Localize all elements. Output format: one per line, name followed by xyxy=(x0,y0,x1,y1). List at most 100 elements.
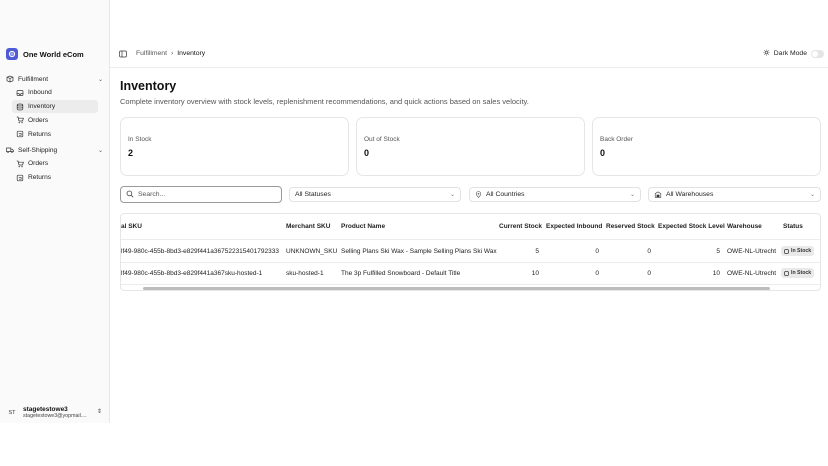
dark-mode-label: Dark Mode xyxy=(773,50,807,57)
cell-internal-sku: lf49-980c-455b-8bd3-e829f441a367sku-host… xyxy=(121,270,263,277)
page-title: Inventory xyxy=(120,79,177,93)
column-header-warehouse[interactable]: Warehouse xyxy=(727,223,762,230)
chevron-down-icon: ⌄ xyxy=(449,192,455,198)
sidebar-item-self-shipping-orders[interactable]: Orders xyxy=(12,157,98,170)
cell-expected-inbound: 0 xyxy=(595,270,599,277)
chevrons-up-down-icon: ⇕ xyxy=(96,409,102,415)
chevron-down-icon: ⌄ xyxy=(629,192,635,198)
cell-merchant-sku: sku-hosted-1 xyxy=(286,270,324,277)
inventory-table: al SKU Merchant SKU Product Name Current… xyxy=(120,213,821,291)
column-header-current-stock[interactable]: Current Stock xyxy=(499,223,542,230)
user-email: stagetestowe3@yopmail.... xyxy=(23,413,87,419)
return-box-icon xyxy=(16,130,24,138)
inbox-icon xyxy=(16,89,24,97)
stat-card-out-of-stock: Out of Stock 0 xyxy=(356,117,585,176)
stat-value: 0 xyxy=(600,148,606,158)
column-header-expected-inbound[interactable]: Expected Inbound xyxy=(546,223,602,230)
warehouse-filter-select[interactable]: All Warehouses ⌄ xyxy=(648,187,821,202)
stat-value: 0 xyxy=(364,148,370,158)
column-header-reserved-stock[interactable]: Reserved Stock xyxy=(606,223,655,230)
page-subtitle: Complete inventory overview with stock l… xyxy=(120,97,529,106)
package-icon xyxy=(6,75,14,83)
cell-current-stock: 10 xyxy=(531,270,539,277)
table-row[interactable]: lf49-980c-455b-8bd3-e829f441a36752231540… xyxy=(121,240,820,263)
status-badge: In Stock xyxy=(781,246,815,256)
dark-mode-control: Dark Mode xyxy=(763,49,824,58)
breadcrumb-fulfillment[interactable]: Fulfillment xyxy=(136,50,167,57)
cell-merchant-sku: UNKNOWN_SKU xyxy=(286,248,338,255)
search-field[interactable] xyxy=(120,186,282,203)
sidebar-item-inbound[interactable]: Inbound xyxy=(12,86,98,99)
cell-product-name: The 3p Fulfilled Snowboard - Default Tit… xyxy=(341,270,461,277)
status-box-icon xyxy=(784,248,789,254)
user-name: stagetestowe3 xyxy=(23,406,68,413)
column-header-status[interactable]: Status xyxy=(783,223,803,230)
cell-warehouse: OWE-NL-Utrecht xyxy=(727,248,777,255)
column-header-expected-stock-level[interactable]: Expected Stock Level xyxy=(658,223,725,230)
map-pin-icon xyxy=(475,191,482,198)
breadcrumb: Fulfillment › Inventory xyxy=(136,50,205,57)
sidebar-item-label: Orders xyxy=(28,116,49,124)
sidebar-toggle-icon[interactable] xyxy=(119,50,127,58)
stat-label: In Stock xyxy=(128,136,152,143)
status-filter-select[interactable]: All Statuses ⌄ xyxy=(289,187,461,202)
truck-icon xyxy=(6,146,14,154)
top-bar: Fulfillment › Inventory Dark Mode xyxy=(110,40,828,68)
cell-expected-stock-level: 10 xyxy=(712,270,720,277)
sidebar: One World eCom Fulfillment ⌄ Inbound Inv… xyxy=(0,0,110,423)
warehouse-icon xyxy=(654,191,662,198)
stat-card-in-stock: In Stock 2 xyxy=(120,117,349,176)
table-header-row: al SKU Merchant SKU Product Name Current… xyxy=(121,214,820,240)
stat-label: Out of Stock xyxy=(364,136,400,143)
user-info: stagetestowe3 stagetestowe3@yopmail.... xyxy=(23,406,87,419)
sidebar-item-label: Returns xyxy=(28,174,52,182)
sidebar-item-label: Inventory xyxy=(28,103,56,111)
brand[interactable]: One World eCom xyxy=(6,48,84,60)
return-box-icon xyxy=(16,174,24,182)
cell-expected-inbound: 0 xyxy=(595,248,599,255)
chevron-down-icon: ⌄ xyxy=(809,192,815,198)
nav-group-label: Self-Shipping xyxy=(18,146,58,154)
country-filter-value: All Countries xyxy=(486,191,525,198)
cell-reserved-stock: 0 xyxy=(647,248,651,255)
column-header-internal-sku[interactable]: al SKU xyxy=(121,223,142,230)
cart-icon xyxy=(16,160,24,168)
cell-reserved-stock: 0 xyxy=(647,270,651,277)
warehouse-filter-value: All Warehouses xyxy=(666,191,714,198)
app-name: One World eCom xyxy=(23,49,84,59)
cell-product-name: Selling Plans Ski Wax - Sample Selling P… xyxy=(341,248,497,255)
table-row[interactable]: lf49-980c-455b-8bd3-e829f441a367sku-host… xyxy=(121,263,820,285)
cell-current-stock: 5 xyxy=(535,248,539,255)
status-box-icon xyxy=(784,270,789,276)
dark-mode-toggle[interactable] xyxy=(811,49,824,58)
cart-icon xyxy=(16,116,24,124)
breadcrumb-inventory: Inventory xyxy=(177,50,206,57)
status-badge: In Stock xyxy=(781,268,815,278)
app-logo-icon xyxy=(6,48,18,60)
status-badge-label: In Stock xyxy=(791,248,812,254)
sidebar-item-inventory[interactable]: Inventory xyxy=(12,100,98,113)
user-menu[interactable]: ST stagetestowe3 stagetestowe3@yopmail..… xyxy=(0,402,110,423)
sidebar-item-label: Inbound xyxy=(28,89,52,97)
nav-group-self-shipping-toggle[interactable]: Self-Shipping ⌄ xyxy=(4,144,106,156)
country-filter-select[interactable]: All Countries ⌄ xyxy=(469,187,641,202)
column-header-merchant-sku[interactable]: Merchant SKU xyxy=(286,223,330,230)
cell-internal-sku: lf49-980c-455b-8bd3-e829f441a36752231540… xyxy=(121,248,279,255)
column-header-product-name[interactable]: Product Name xyxy=(341,223,385,230)
avatar: ST xyxy=(8,409,16,416)
sidebar-item-self-shipping-returns[interactable]: Returns xyxy=(12,171,98,184)
search-icon xyxy=(126,190,134,200)
chevron-down-icon: ⌄ xyxy=(97,147,103,154)
sidebar-item-returns[interactable]: Returns xyxy=(12,128,98,141)
chevron-down-icon: ⌄ xyxy=(97,76,103,83)
chevron-right-icon: › xyxy=(170,50,174,57)
sidebar-item-label: Orders xyxy=(28,160,49,168)
sidebar-item-orders[interactable]: Orders xyxy=(12,114,98,127)
horizontal-scrollbar[interactable] xyxy=(143,287,770,290)
search-input[interactable] xyxy=(138,191,278,198)
status-badge-label: In Stock xyxy=(791,270,812,276)
stat-card-back-order: Back Order 0 xyxy=(592,117,821,176)
nav-group-fulfillment-toggle[interactable]: Fulfillment ⌄ xyxy=(4,73,106,85)
sun-icon xyxy=(763,49,770,58)
stat-label: Back Order xyxy=(600,136,633,143)
